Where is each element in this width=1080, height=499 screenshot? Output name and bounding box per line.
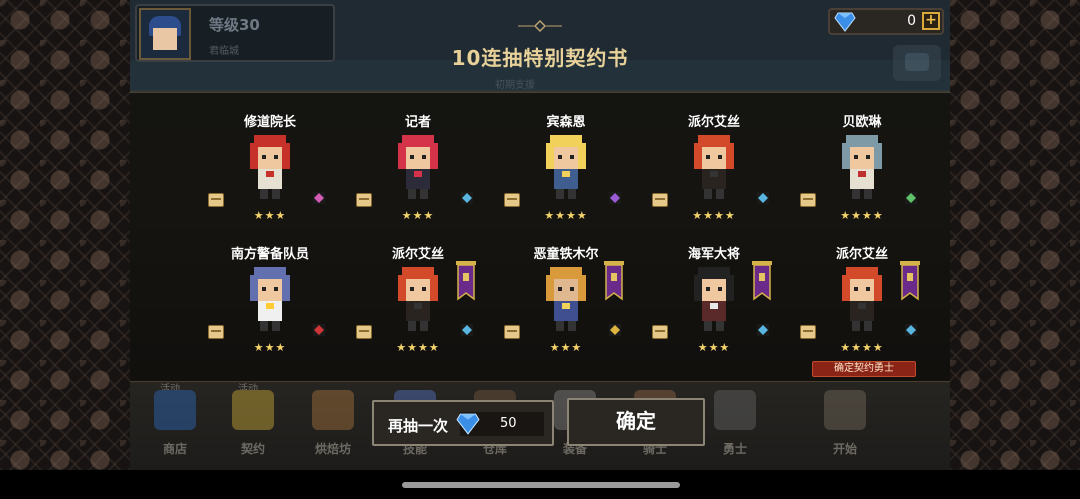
hero-card[interactable]: 南方警备队员 ★★★ [200, 243, 340, 383]
nav-item[interactable]: 活动 契约 [218, 382, 288, 470]
scroll-icon [208, 325, 224, 339]
hero-stars: ★★★ [549, 341, 583, 354]
title-ornament-icon [518, 20, 562, 32]
nav-label: 烘焙坊 [314, 442, 351, 456]
hero-card[interactable]: 修道院长 ★★★ [200, 111, 340, 251]
gem-amount: 0 [907, 13, 916, 29]
scroll-icon [800, 193, 816, 207]
banner-flag-icon [752, 261, 772, 301]
hero-sprite [398, 267, 438, 331]
hero-sprite [546, 267, 586, 331]
confirmed-hero-badge: 确定契约勇士 [812, 361, 916, 377]
add-gems-button[interactable]: + [922, 12, 940, 30]
scroll-icon [356, 325, 372, 339]
hero-stars: ★★★ [697, 341, 731, 354]
scroll-icon [652, 193, 668, 207]
nav-item[interactable]: 烘焙坊 [298, 382, 368, 470]
hero-card[interactable]: 海军大将 ★★★ [644, 243, 784, 383]
hero-stars: ★★★ [253, 341, 287, 354]
banner-flag-icon [900, 261, 920, 301]
summon-again-label: 再抽一次 [388, 417, 449, 435]
hero-name: 派尔艾丝 [391, 247, 444, 262]
summon-again-button[interactable]: 再抽一次 50 [372, 400, 554, 446]
scroll-icon [208, 193, 224, 207]
hero-name: 记者 [404, 115, 431, 130]
hero-stars: ★★★★ [840, 341, 884, 354]
scroll-icon [652, 325, 668, 339]
hero-sprite [694, 135, 734, 199]
player-level: 等级30 [209, 16, 260, 34]
hero-stars: ★★★★ [840, 209, 884, 222]
scroll-icon [504, 193, 520, 207]
role-icon [313, 324, 325, 336]
hero-name: 派尔艾丝 [835, 247, 888, 262]
hero-stars: ★★★★ [396, 341, 440, 354]
nav-icon [312, 390, 354, 430]
nav-item[interactable]: 开始 [810, 382, 880, 470]
hero-stars: ★★★★ [544, 209, 588, 222]
gem-icon [834, 12, 856, 32]
dialog-subtitle: 初期支援 [495, 80, 535, 91]
hero-name: 贝欧琳 [842, 115, 882, 130]
hero-card[interactable]: 派尔艾丝 ★★★★ 确定契约勇士 [792, 243, 932, 383]
scroll-icon [504, 325, 520, 339]
hero-sprite [694, 267, 734, 331]
hero-sprite [250, 267, 290, 331]
hero-card[interactable]: 贝欧琳 ★★★★ [792, 111, 932, 251]
scroll-icon [800, 325, 816, 339]
dialog-title: 10连抽特别契约书 [451, 46, 629, 70]
role-icon [313, 192, 325, 204]
hero-sprite [842, 135, 882, 199]
role-icon [757, 324, 769, 336]
nav-item[interactable]: 勇士 [700, 382, 770, 470]
hero-name: 恶童铁木尔 [533, 247, 599, 262]
hero-sprite [546, 135, 586, 199]
nav-icon [824, 390, 866, 430]
hero-name: 宾森恩 [546, 115, 586, 130]
role-icon [905, 324, 917, 336]
hero-stars: ★★★★ [692, 209, 736, 222]
gem-icon [456, 413, 480, 435]
nav-icon [714, 390, 756, 430]
hero-sprite [842, 267, 882, 331]
role-icon [609, 324, 621, 336]
hero-card[interactable]: 记者 ★★★ [348, 111, 488, 251]
scroll-icon [356, 193, 372, 207]
hero-name: 修道院长 [243, 115, 296, 130]
hero-sprite [398, 135, 438, 199]
hero-card[interactable]: 派尔艾丝 ★★★★ [644, 111, 784, 251]
nav-label: 契约 [240, 442, 265, 456]
hero-name: 南方警备队员 [230, 247, 309, 262]
hero-stars: ★★★ [253, 209, 287, 222]
hero-card[interactable]: 宾森恩 ★★★★ [496, 111, 636, 251]
nav-icon [154, 390, 196, 430]
role-icon [757, 192, 769, 204]
nav-label: 勇士 [722, 442, 747, 456]
nav-item[interactable]: 活动 商店 [140, 382, 210, 470]
banner-flag-icon [456, 261, 476, 301]
gem-counter: 0 + [828, 8, 944, 35]
nav-icon [232, 390, 274, 430]
role-icon [461, 192, 473, 204]
summon-results-panel: 修道院长 ★★★ 记者 ★★★ 宾森恩 ★★★★ 派尔艾丝 ★★★★ 贝欧琳 ★… [130, 92, 950, 382]
role-icon [905, 192, 917, 204]
nav-label: 开始 [832, 442, 857, 456]
summon-cost: 50 [500, 416, 517, 431]
hero-card[interactable]: 派尔艾丝 ★★★★ [348, 243, 488, 383]
banner-flag-icon [604, 261, 624, 301]
hero-sprite [250, 135, 290, 199]
role-icon [461, 324, 473, 336]
confirm-button[interactable]: 确定 [567, 398, 705, 446]
nav-label: 商店 [162, 442, 187, 456]
hero-stars: ★★★ [401, 209, 435, 222]
hero-card[interactable]: 恶童铁木尔 ★★★ [496, 243, 636, 383]
hero-name: 海军大将 [687, 247, 740, 262]
home-indicator[interactable] [402, 482, 680, 488]
hero-name: 派尔艾丝 [687, 115, 740, 130]
role-icon [609, 192, 621, 204]
